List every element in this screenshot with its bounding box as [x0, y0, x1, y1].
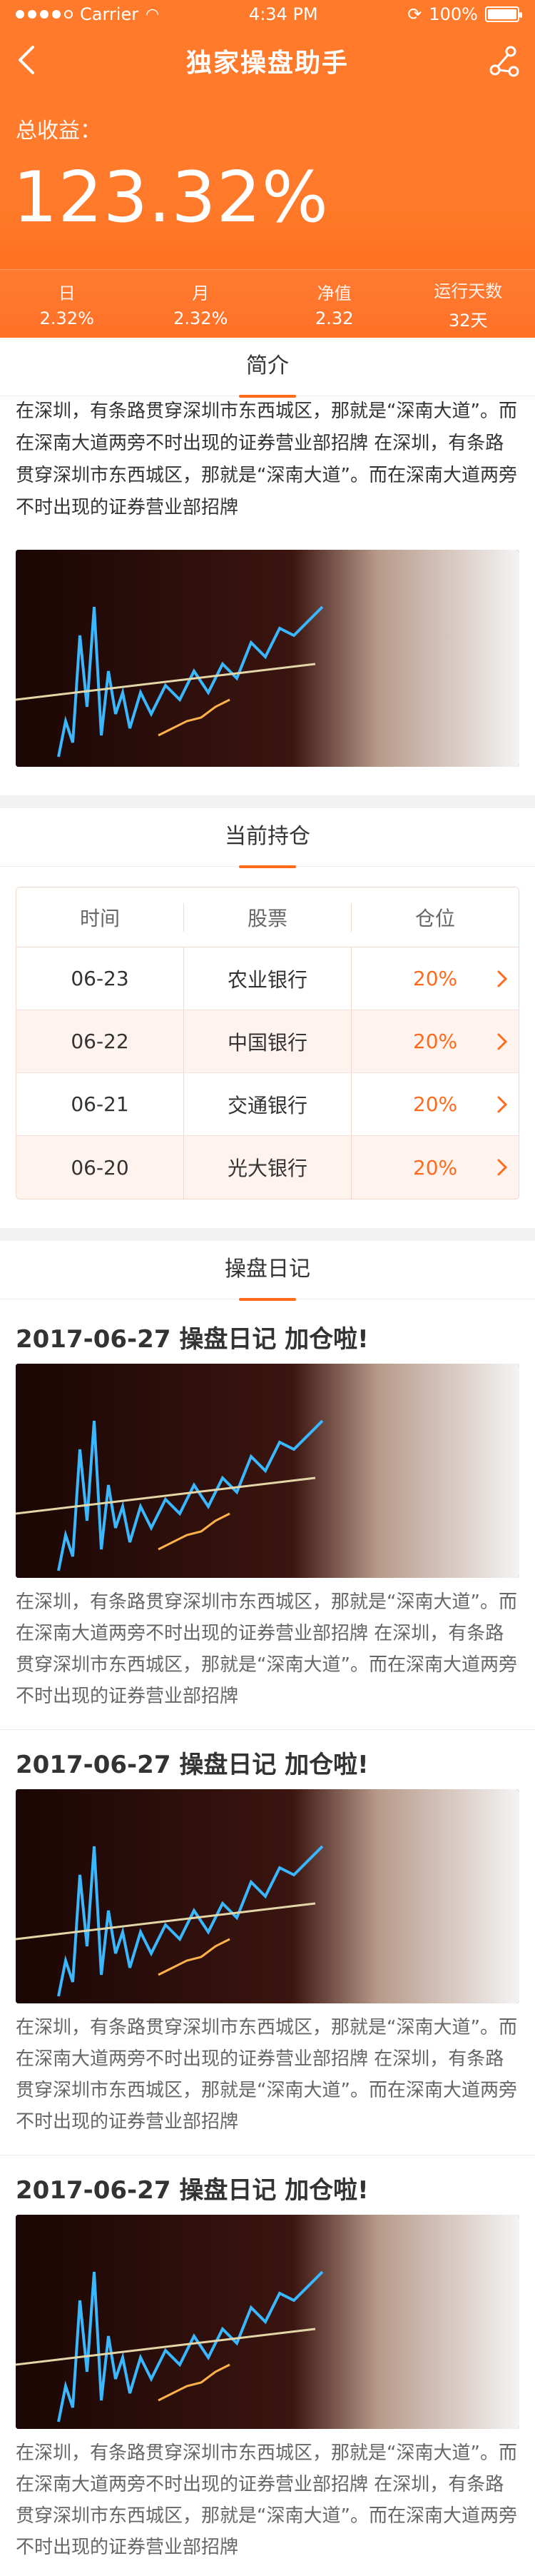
section-diary-title: 操盘日记 [225, 1251, 310, 1289]
status-bar: Carrier ◠ 4:34 PM ⟳ 100% [0, 0, 535, 29]
signal-dot [64, 10, 73, 19]
chevron-right-icon [497, 1096, 508, 1112]
signal-dot [52, 10, 61, 19]
row-position: 20% [351, 1010, 519, 1072]
section-separator [0, 795, 535, 808]
status-right: ⟳ 100% [407, 4, 522, 24]
signal-dot [28, 10, 36, 19]
row-position: 20% [351, 1136, 519, 1199]
stat-label: 日 [58, 283, 76, 303]
stat-day: 日 2.32% [0, 270, 134, 338]
stat-month: 月 2.32% [134, 270, 268, 338]
total-profit-label: 总收益： [16, 119, 101, 144]
row-position-value: 20% [412, 1155, 458, 1179]
signal-dot [40, 10, 49, 19]
diary-entry-title[interactable]: 2017-06-27 操盘日记 加仓啦! [16, 1319, 369, 1354]
battery-fill [488, 9, 516, 19]
diary-entry-image-svg [16, 1789, 519, 2003]
row-date: 06-20 [71, 1155, 129, 1179]
stat-label: 净值 [317, 283, 352, 303]
table-header-cell: 股票 [183, 902, 351, 932]
diary-entry-title[interactable]: 2017-06-27 操盘日记 加仓啦! [16, 1745, 369, 1780]
stat-value: 32天 [448, 310, 488, 331]
diary-entry-text: 在深圳，有条路贯穿深圳市东西城区，那就是“深南大道”。而在深南大道两旁不时出现的… [16, 2442, 517, 2558]
diary-entry-title[interactable]: 2017-06-27 操盘日记 加仓啦! [16, 2170, 369, 2205]
table-header-cell: 时间 [79, 906, 120, 930]
status-time: 4:34 PM [248, 4, 318, 24]
diary-entry-image[interactable] [16, 2215, 519, 2429]
table-row[interactable]: 06-22 中国银行 20% [16, 1010, 519, 1073]
section-separator [0, 1228, 535, 1241]
stat-net-value: 净值 2.32 [268, 270, 402, 338]
table-row[interactable]: 06-23 农业银行 20% [16, 947, 519, 1010]
section-intro-header: 简介 [0, 338, 535, 396]
carrier-text: Carrier [80, 4, 139, 24]
header: Carrier ◠ 4:34 PM ⟳ 100% 独家操盘助手 总收益： 123… [0, 0, 535, 338]
row-date: 06-21 [71, 1092, 129, 1116]
diary-entry-image-svg [16, 1364, 519, 1578]
table-row[interactable]: 06-20 光大银行 20% [16, 1136, 519, 1199]
table-row[interactable]: 06-21 交通银行 20% [16, 1073, 519, 1136]
row-position-value: 20% [412, 967, 458, 990]
row-stock: 光大银行 [183, 1136, 351, 1199]
signal-dot [16, 10, 24, 19]
diary-entry-image-svg [16, 2215, 519, 2429]
total-profit-value: 123.32% [13, 157, 330, 238]
holdings-table: 时间 股票 仓位 06-23 农业银行 20% 06-22 中国银行 20% 0… [16, 887, 519, 1199]
section-holdings-title: 当前持仓 [225, 818, 310, 857]
holdings-table-header: 时间 股票 仓位 [16, 887, 519, 947]
row-date: 06-23 [71, 967, 129, 990]
status-left: Carrier ◠ [16, 4, 159, 24]
stats-bar: 日 2.32% 月 2.32% 净值 2.32 运行天数 32天 [0, 269, 535, 338]
row-position: 20% [351, 947, 519, 1010]
battery-icon [485, 6, 522, 22]
row-position: 20% [351, 1073, 519, 1135]
stock-chart-image [16, 550, 519, 767]
rotation-lock-icon: ⟳ [407, 4, 422, 24]
section-holdings-header: 当前持仓 [0, 808, 535, 867]
section-intro-title: 简介 [246, 348, 289, 386]
diary-entry-text: 在深圳，有条路贯穿深圳市东西城区，那就是“深南大道”。而在深南大道两旁不时出现的… [16, 1591, 517, 1707]
chevron-left-icon[interactable] [13, 44, 41, 76]
stat-label: 运行天数 [434, 281, 503, 301]
diary-entry-text: 在深圳，有条路贯穿深圳市东西城区，那就是“深南大道”。而在深南大道两旁不时出现的… [16, 2017, 517, 2133]
row-stock: 中国银行 [183, 1010, 351, 1072]
diary-entry-image[interactable] [16, 1364, 519, 1578]
chevron-right-icon [497, 1159, 508, 1176]
row-date: 06-22 [71, 1030, 129, 1053]
diary-entry-image[interactable] [16, 1789, 519, 2003]
intro-text: 在深圳，有条路贯穿深圳市东西城区，那就是“深南大道”。而在深南大道两旁不时出现的… [16, 401, 517, 518]
battery-text: 100% [429, 4, 478, 24]
share-icon[interactable] [486, 44, 521, 79]
nav-bar: 独家操盘助手 [0, 29, 535, 93]
page-title: 独家操盘助手 [185, 49, 349, 78]
row-position-value: 20% [412, 1030, 458, 1053]
chevron-right-icon [497, 1033, 508, 1050]
row-stock: 交通银行 [183, 1073, 351, 1135]
diary-separator [0, 1729, 535, 1730]
stat-value: 2.32% [173, 308, 228, 328]
wifi-icon: ◠ [146, 5, 160, 24]
stat-running-days: 运行天数 32天 [402, 270, 535, 338]
section-diary-header: 操盘日记 [0, 1241, 535, 1299]
stat-value: 2.32 [315, 308, 354, 328]
chevron-right-icon [497, 970, 508, 987]
stat-value: 2.32% [39, 308, 94, 328]
stock-chart-image-svg [16, 550, 519, 767]
signal-dots-icon [16, 10, 73, 19]
row-position-value: 20% [412, 1092, 458, 1116]
table-header-cell: 仓位 [351, 902, 519, 932]
row-stock: 农业银行 [183, 947, 351, 1010]
stat-label: 月 [192, 283, 210, 303]
